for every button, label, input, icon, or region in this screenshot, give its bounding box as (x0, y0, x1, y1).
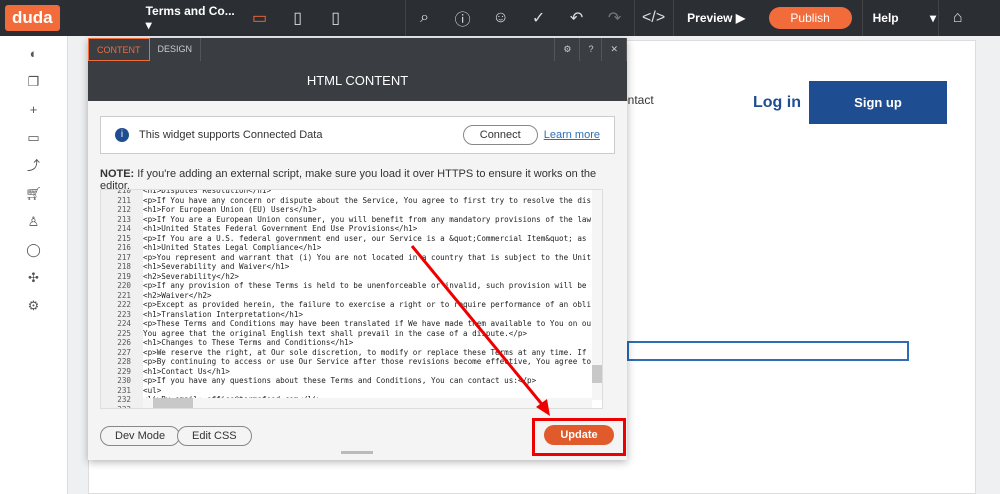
annotation-arrow (410, 245, 550, 416)
